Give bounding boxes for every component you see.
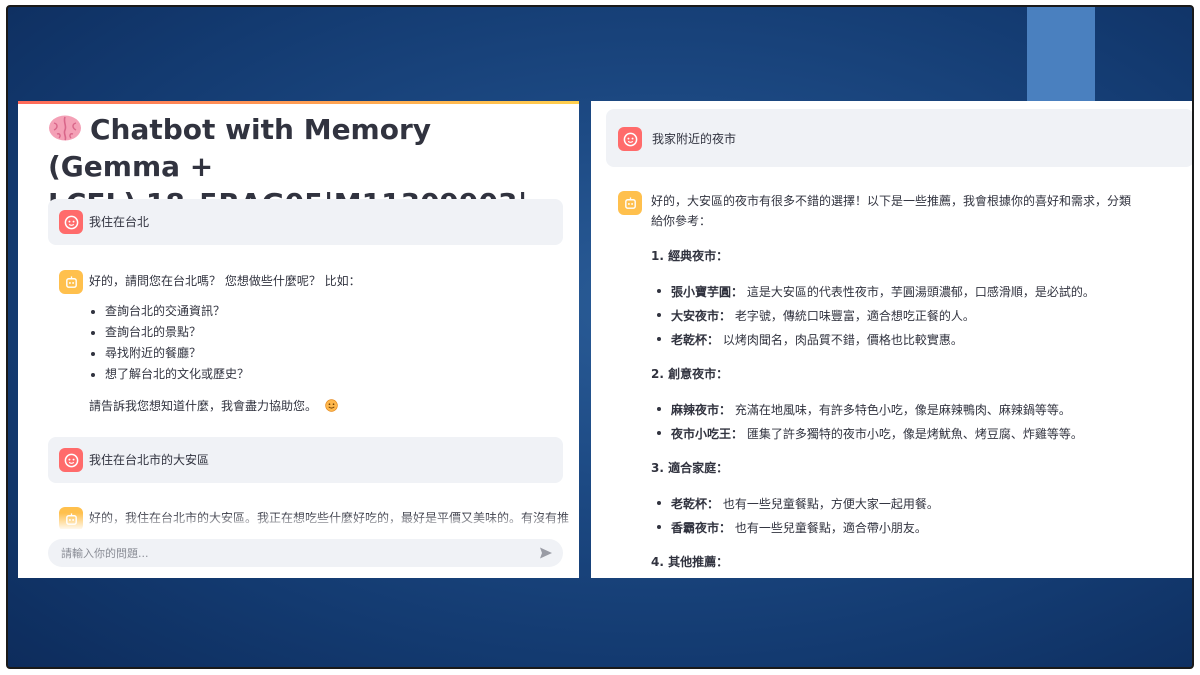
item-desc: 這是大安區的代表性夜市，芋圓湯頭濃郁，口感滑順，是必試的。: [746, 285, 1095, 299]
item-name: 麻辣夜市：: [671, 403, 732, 417]
title-line-1: Chatbot with Memory (Gemma +: [48, 113, 432, 183]
assistant-intro-line-1: 好的，大安區的夜市有很多不錯的選擇！以下是一些推薦，我會根據你的喜好和需求，分類: [651, 194, 1132, 208]
user-message: 我家附近的夜市: [606, 109, 1192, 167]
bot-avatar-icon: [618, 191, 642, 215]
user-message: 我住在台北市的大安區: [48, 437, 563, 483]
chat-window-right: 我家附近的夜市 好的，大安區的夜市有很多不錯的選擇！以下是一些推薦，我會根據你的…: [591, 101, 1192, 578]
user-message: 我住在台北: [48, 199, 563, 245]
list-item: 大安夜市： 老字號，傳統口味豐富，適合想吃正餐的人。: [655, 304, 1095, 328]
slide: Chatbot with Memory (Gemma + LCEL) 18_5R…: [6, 5, 1194, 669]
chat-input[interactable]: 請輸入你的問題...: [48, 539, 563, 567]
item-name: 老乾杯：: [671, 333, 720, 347]
send-icon[interactable]: [539, 546, 553, 560]
user-avatar-icon: [618, 127, 642, 151]
item-name: 香霸夜市：: [671, 521, 732, 535]
item-desc: 充滿在地風味，有許多特色小吃，像是麻辣鴨肉、麻辣鍋等等。: [734, 403, 1071, 417]
section-heading: 4. 其他推薦：: [651, 555, 729, 569]
section-list: 張小寶芋圓： 這是大安區的代表性夜市，芋圓湯頭濃郁，口感滑順，是必試的。 大安夜…: [655, 280, 1095, 352]
user-message-text: 我住在台北市的大安區: [89, 453, 210, 467]
list-item: 查詢台北的景點？: [89, 322, 249, 343]
user-message-text: 我住在台北: [89, 215, 150, 229]
section-list: 麻辣夜市： 充滿在地風味，有許多特色小吃，像是麻辣鴨肉、麻辣鍋等等。 夜市小吃王…: [655, 398, 1083, 446]
list-item: 麻辣夜市： 充滿在地風味，有許多特色小吃，像是麻辣鴨肉、麻辣鍋等等。: [655, 398, 1083, 422]
item-name: 夜市小吃王：: [671, 427, 744, 441]
section-list: 老乾杯： 也有一些兒童餐點，方便大家一起用餐。 香霸夜市： 也有一些兒童餐點，適…: [655, 492, 939, 540]
user-message-text: 我家附近的夜市: [652, 132, 737, 146]
list-item: 夜市小吃王： 匯集了許多獨特的夜市小吃，像是烤魷魚、烤豆腐、炸雞等等。: [655, 422, 1083, 446]
assistant-message-intro: 好的，請問您在台北嗎？ 您想做些什麼呢？ 比如：: [89, 274, 361, 288]
list-item: 想了解台北的文化或歷史？: [89, 364, 249, 385]
section-heading: 2. 創意夜市：: [651, 367, 729, 381]
item-desc: 也有一些兒童餐點，適合帶小朋友。: [734, 521, 927, 535]
smile-emoji-icon: [325, 399, 338, 412]
user-avatar-icon: [59, 210, 83, 234]
list-item: 尋找附近的餐廳？: [89, 343, 249, 364]
item-desc: 老字號，傳統口味豐富，適合想吃正餐的人。: [734, 309, 975, 323]
item-name: 老乾杯：: [671, 497, 720, 511]
list-item: 老乾杯： 也有一些兒童餐點，方便大家一起用餐。: [655, 492, 939, 516]
bot-avatar-icon: [59, 270, 83, 294]
chat-input-placeholder: 請輸入你的問題...: [61, 547, 149, 560]
assistant-message-outro-text: 請告訴我您想知道什麼，我會盡力協助您。: [89, 399, 318, 413]
section-heading: 3. 適合家庭：: [651, 461, 729, 475]
assistant-message-outro: 請告訴我您想知道什麼，我會盡力協助您。: [89, 397, 338, 415]
brain-icon: [49, 115, 81, 141]
assistant-intro-line-2: 給你參考：: [651, 214, 712, 228]
item-desc: 也有一些兒童餐點，方便大家一起用餐。: [722, 497, 939, 511]
list-item: 老乾杯： 以烤肉聞名，肉品質不錯，價格也比較實惠。: [655, 328, 1095, 352]
list-item: 查詢台北的交通資訊？: [89, 301, 249, 322]
list-item: 香霸夜市： 也有一些兒童餐點，適合帶小朋友。: [655, 516, 939, 540]
item-name: 大安夜市：: [671, 309, 732, 323]
item-desc: 以烤肉聞名，肉品質不錯，價格也比較實惠。: [722, 333, 963, 347]
header-accent-line: [18, 101, 579, 104]
chat-window-left: Chatbot with Memory (Gemma + LCEL) 18_5R…: [18, 101, 579, 578]
accent-bar: [1027, 7, 1095, 103]
item-desc: 匯集了許多獨特的夜市小吃，像是烤魷魚、烤豆腐、炸雞等等。: [746, 427, 1083, 441]
list-item: 張小寶芋圓： 這是大安區的代表性夜市，芋圓湯頭濃郁，口感滑順，是必試的。: [655, 280, 1095, 304]
item-name: 張小寶芋圓：: [671, 285, 744, 299]
section-heading: 1. 經典夜市：: [651, 249, 729, 263]
assistant-suggestion-list: 查詢台北的交通資訊？ 查詢台北的景點？ 尋找附近的餐廳？ 想了解台北的文化或歷史…: [89, 301, 249, 385]
user-avatar-icon: [59, 448, 83, 472]
